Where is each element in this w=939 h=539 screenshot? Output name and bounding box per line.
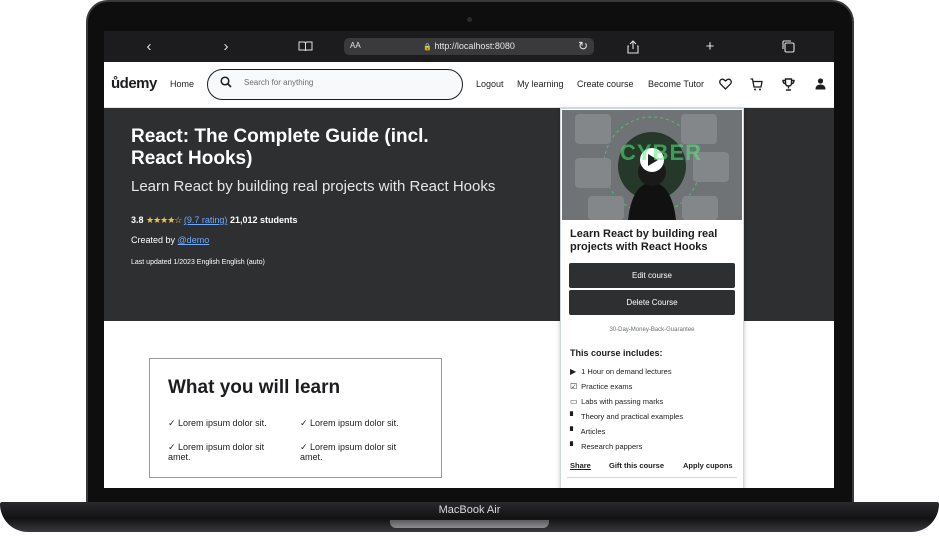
card-course-title: Learn React by building real projects wi… <box>570 228 718 253</box>
trophy-icon[interactable] <box>780 76 796 92</box>
learn-item: ✓ Lorem ipsum dolor sit amet. <box>300 442 397 462</box>
thumbnail-text: CYBER <box>620 140 703 165</box>
learn-item: ✓ Lorem ipsum dolor sit. <box>168 418 267 428</box>
gift-course-link[interactable]: Gift this course <box>609 461 664 470</box>
site-header: ůdemy Home Logout My learning Create cou… <box>104 62 834 108</box>
course-title: React: The Complete Guide (incl. React H… <box>131 126 429 169</box>
feature-item: ☑ Practice exams <box>570 382 632 391</box>
address-bar[interactable]: AA 🔒 http://localhost:8080 ↻ <box>344 38 594 55</box>
udemy-logo[interactable]: ůdemy <box>111 75 157 92</box>
camera-icon <box>467 17 472 22</box>
search-input[interactable] <box>244 78 444 87</box>
apply-coupons-link[interactable]: Apply cupons <box>683 461 733 470</box>
course-sidebar-card: CYBER Learn React by building real proje… <box>560 108 744 488</box>
url-value: http://localhost:8080 <box>434 41 515 51</box>
edit-course-button[interactable]: Edit course <box>569 263 735 288</box>
feature-item: ▶ 1 Hour on demand lectures <box>570 367 672 376</box>
heart-icon[interactable] <box>717 76 733 92</box>
rating-line: 3.8 ★★★★☆ (9.7 rating) 21,012 students <box>131 215 297 226</box>
play-circle-icon: ▶ <box>570 367 577 376</box>
feature-label: 1 Hour on demand lectures <box>581 367 672 376</box>
course-subtitle: Learn React by building real projects wi… <box>131 178 496 195</box>
students-count: 21,012 students <box>229 215 298 225</box>
what-you-will-learn-box: What you will learn ✓ Lorem ipsum dolor … <box>149 358 442 478</box>
card-divider <box>567 477 737 478</box>
feature-item: ▘ Articles <box>570 427 605 436</box>
star-rating-icon: ★★★★☆ <box>146 215 182 225</box>
new-tab-icon[interactable]: + <box>702 31 718 62</box>
created-by-label: Created by <box>131 235 176 245</box>
rating-count-link[interactable]: (9.7 rating) <box>184 215 228 225</box>
share-icon[interactable] <box>625 31 641 62</box>
learn-heading: What you will learn <box>168 377 341 398</box>
search-icon[interactable] <box>220 76 232 88</box>
reload-icon[interactable]: ↻ <box>578 39 588 53</box>
chevron-right-icon[interactable]: › <box>217 31 235 62</box>
learn-item: ✓ Lorem ipsum dolor sit. <box>300 418 399 428</box>
feature-item: ▭ Labs with passing marks <box>570 397 663 406</box>
url-text: 🔒 http://localhost:8080 <box>344 41 594 51</box>
paper-icon: ▘ <box>570 442 577 451</box>
model-label: MacBook Air <box>438 504 501 516</box>
feature-label: Theory and practical examples <box>580 412 684 421</box>
last-updated: Last updated 1/2023 English English (aut… <box>131 259 265 266</box>
created-by: Created by @demo <box>131 235 209 245</box>
money-back-guarantee: 30-Day-Money-Back-Guarantee <box>609 327 695 333</box>
rating-value: 3.8 <box>131 215 144 225</box>
book-icon[interactable] <box>295 31 315 62</box>
browser-toolbar: ‹ › AA 🔒 http://localhost:8080 ↻ + <box>104 31 834 62</box>
feature-label: Research pappers <box>581 442 643 451</box>
tabs-overview-icon[interactable] <box>780 31 796 62</box>
course-preview-video[interactable]: CYBER <box>562 110 742 220</box>
share-link[interactable]: Share <box>570 461 591 470</box>
search-bar[interactable] <box>207 69 463 100</box>
delete-course-button[interactable]: Delete Course <box>569 290 735 315</box>
laptop-hinge-notch <box>390 520 549 528</box>
chevron-left-icon[interactable]: ‹ <box>140 31 158 62</box>
checklist-icon: ☑ <box>570 382 578 391</box>
feature-label: Articles <box>580 427 606 436</box>
cart-icon[interactable] <box>748 76 764 92</box>
feature-item: ▘ Research pappers <box>570 442 642 451</box>
logo-text: ůdemy <box>111 75 157 92</box>
includes-heading: This course includes: <box>570 348 663 358</box>
nav-create-course[interactable]: Create course <box>577 79 634 89</box>
article-icon: ▘ <box>570 427 577 436</box>
user-icon[interactable] <box>812 76 828 92</box>
lock-icon: 🔒 <box>423 44 432 51</box>
feature-label: Labs with passing marks <box>581 397 664 406</box>
calendar-icon: ▭ <box>570 397 578 406</box>
feature-item: ▘ Theory and practical examples <box>570 412 683 421</box>
learn-item: ✓ Lorem ipsum dolor sit amet. <box>168 442 265 462</box>
feature-label: Practice exams <box>581 382 633 391</box>
nav-logout[interactable]: Logout <box>476 79 504 89</box>
screen: ‹ › AA 🔒 http://localhost:8080 ↻ + ůdemy… <box>104 31 834 488</box>
nav-my-learning[interactable]: My learning <box>517 79 564 89</box>
nav-home[interactable]: Home <box>170 79 194 89</box>
author-link[interactable]: @demo <box>178 235 210 245</box>
nav-become-tutor[interactable]: Become Tutor <box>648 79 704 89</box>
document-icon: ▘ <box>570 412 577 421</box>
